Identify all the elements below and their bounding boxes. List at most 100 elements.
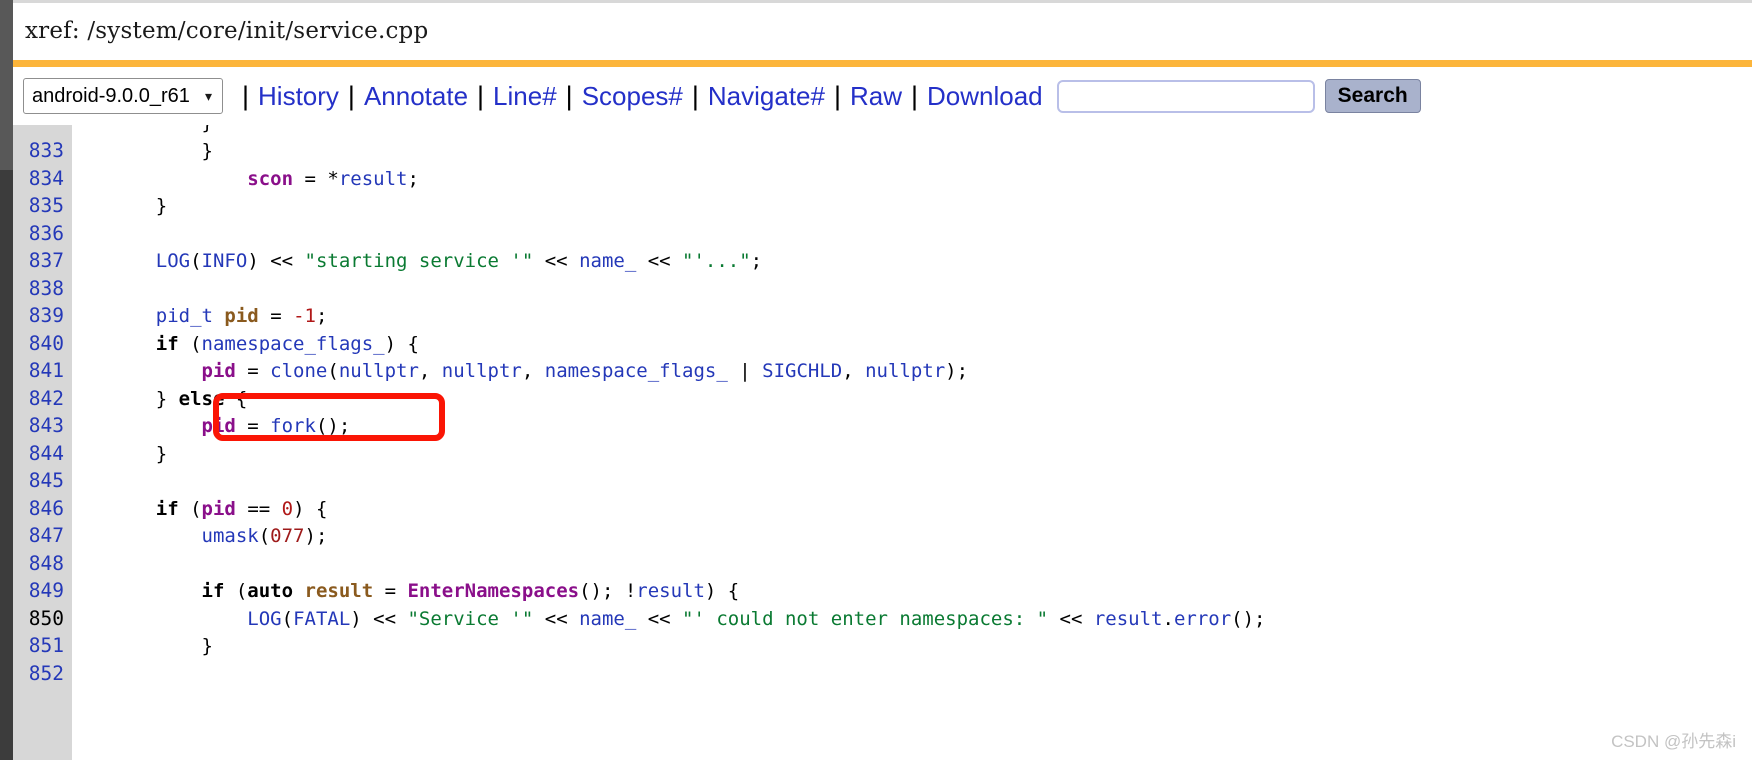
code-token: ) { (293, 497, 328, 520)
search-button[interactable]: Search (1324, 79, 1421, 113)
code-token: pid (201, 497, 236, 520)
line-number[interactable]: 843 (13, 412, 72, 440)
nav-link-navigate[interactable]: Navigate# (708, 81, 825, 112)
code-token: } (110, 387, 179, 410)
nav-link-line-numbers[interactable]: Line# (493, 81, 557, 112)
watermark: CSDN @孙先森i (1611, 732, 1736, 751)
code-text: } else { (72, 386, 248, 414)
code-line: 851 } (13, 632, 1752, 660)
header-top-hairline (13, 0, 1752, 3)
line-number[interactable]: 838 (13, 274, 72, 302)
line-number[interactable]: 836 (13, 219, 72, 247)
code-token: ( (178, 332, 202, 355)
code-token: << (636, 250, 683, 272)
line-number[interactable]: 833 (13, 137, 72, 165)
code-token: | (727, 360, 763, 382)
line-number[interactable]: 834 (13, 164, 72, 192)
code-line: 850 LOG(FATAL) << "Service '" << name_ <… (13, 604, 1752, 634)
line-number[interactable]: 844 (13, 439, 72, 467)
code-token: if (155, 332, 179, 355)
line-number[interactable]: 839 (13, 302, 72, 330)
code-line: 838 (13, 274, 1752, 302)
line-number[interactable]: 850 (13, 604, 72, 632)
code-token: = (293, 167, 328, 190)
line-number[interactable]: 851 (13, 632, 72, 660)
code-token: error (1173, 607, 1232, 630)
header-orange-divider (13, 60, 1752, 67)
code-token: LOG (247, 607, 282, 630)
nav-link-history[interactable]: History (258, 81, 339, 112)
code-token: result (304, 580, 374, 602)
code-text: scon = *result; (72, 166, 419, 194)
code-token: nullptr (441, 360, 522, 382)
code-token: LOG (155, 250, 191, 272)
code-line: 847 umask(077); (13, 522, 1752, 550)
code-token: result (636, 580, 705, 602)
code-token: name_ (579, 607, 637, 630)
code-text: pid = clone(nullptr, nullptr, namespace_… (72, 358, 969, 386)
code-token: if (155, 497, 179, 520)
line-number[interactable]: 841 (13, 357, 72, 385)
code-token: << (533, 250, 580, 272)
code-token: scon (247, 167, 294, 190)
vertical-scrollbar-thumb[interactable] (0, 0, 13, 170)
code-text: umask(077); (72, 523, 328, 551)
code-line: 843 pid = fork(); (13, 412, 1752, 440)
code-line-partial: } (13, 125, 1752, 137)
code-token: } (110, 635, 213, 657)
search-input[interactable] (1056, 79, 1315, 113)
code-text: if (auto result = EnterNamespaces(); !re… (72, 578, 740, 606)
code-token: namespace_flags_ (201, 332, 385, 355)
line-number[interactable]: 848 (13, 549, 72, 577)
line-number[interactable]: 849 (13, 577, 72, 605)
code-token: clone (270, 360, 328, 382)
line-number[interactable]: 845 (13, 467, 72, 495)
code-token: . (1162, 607, 1174, 630)
code-token: nullptr (338, 360, 419, 382)
code-line: 839 pid_t pid = -1; (13, 302, 1752, 330)
code-line: 840 if (namespace_flags_) { (13, 329, 1752, 357)
nav-link-annotate[interactable]: Annotate (364, 81, 468, 112)
code-token: "starting service '" (304, 250, 534, 272)
version-select-wrapper: android-9.0.0_r61 ▾ (23, 78, 223, 114)
code-token: ); (304, 525, 328, 547)
code-line: 834 scon = *result; (13, 164, 1752, 194)
line-number[interactable]: 847 (13, 522, 72, 550)
code-token: FATAL (293, 607, 351, 630)
code-line: 845 (13, 467, 1752, 495)
line-number[interactable]: 840 (13, 329, 72, 357)
code-token: name_ (579, 250, 637, 272)
nav-link-scopes[interactable]: Scopes# (582, 81, 683, 112)
code-token: result (1093, 607, 1163, 630)
code-text: LOG(FATAL) << "Service '" << name_ << "'… (72, 606, 1265, 634)
nav-link-download[interactable]: Download (927, 81, 1043, 112)
line-number[interactable]: 842 (13, 384, 72, 412)
line-number[interactable]: 852 (13, 659, 72, 687)
line-number[interactable]: 835 (13, 192, 72, 220)
code-token: ) { (384, 332, 419, 355)
nav-link-raw[interactable]: Raw (850, 81, 902, 112)
code-token: else (178, 387, 225, 410)
code-token: auto (247, 580, 294, 602)
code-text: } (72, 193, 167, 221)
line-number[interactable]: 846 (13, 494, 72, 522)
version-select[interactable]: android-9.0.0_r61 (23, 78, 223, 114)
code-token: , (418, 360, 442, 382)
nav-separator: | (242, 80, 250, 111)
code-token: pid (224, 305, 259, 327)
code-line: 844 } (13, 439, 1752, 467)
code-line: 842 } else { (13, 384, 1752, 414)
line-number[interactable]: 837 (13, 247, 72, 275)
code-line: 846 if (pid == 0) { (13, 494, 1752, 522)
code-token: ); (945, 360, 969, 382)
code-token: = (258, 305, 294, 327)
code-token: * (327, 167, 339, 190)
code-token: } (110, 195, 168, 217)
nav-separator: | (565, 80, 573, 111)
